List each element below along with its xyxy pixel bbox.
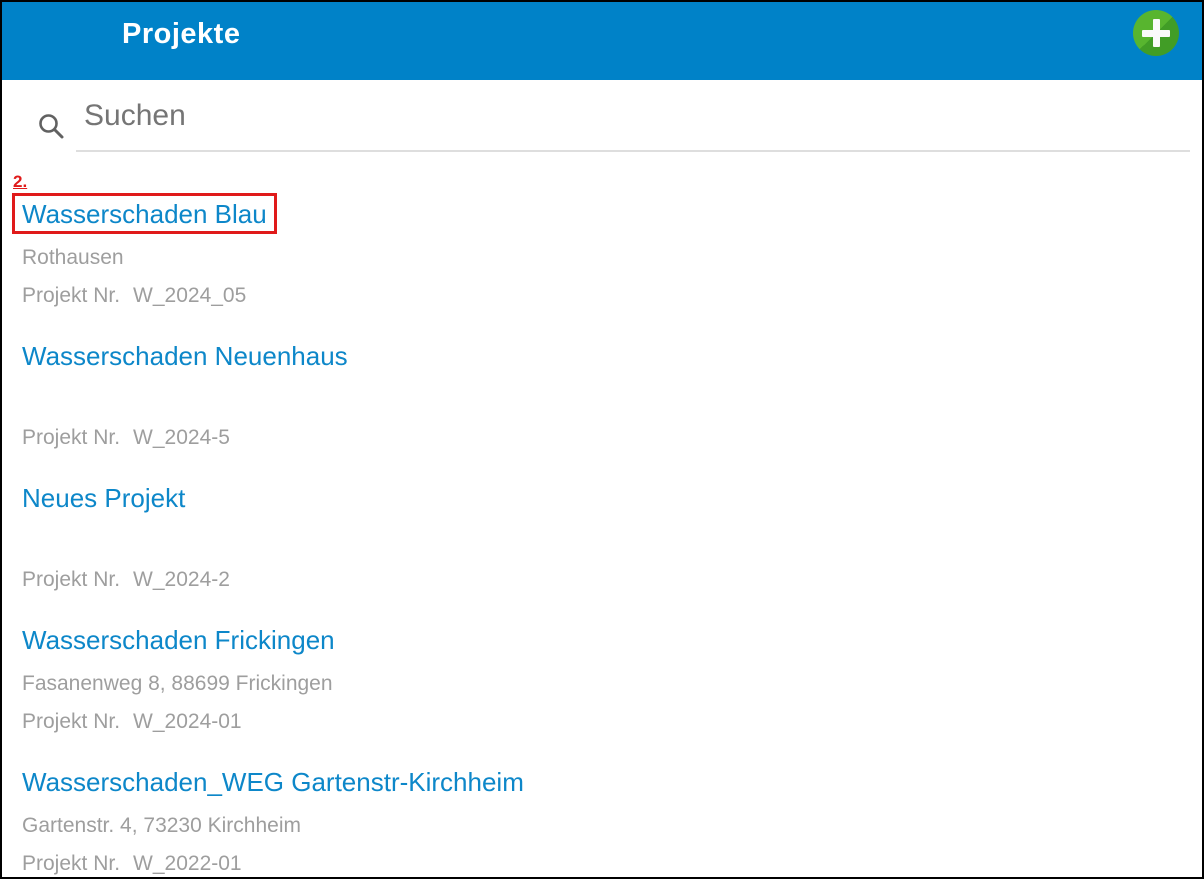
project-number: Projekt Nr. W_2022-01	[22, 851, 1202, 877]
project-title-link[interactable]: Wasserschaden_WEG Gartenstr-Kirchheim	[22, 766, 1202, 798]
add-project-button[interactable]	[1133, 10, 1179, 56]
project-list: Wasserschaden Blau Rothausen Projekt Nr.…	[2, 153, 1202, 879]
project-number-value: W_2024-01	[133, 710, 242, 733]
project-address	[22, 529, 1202, 555]
project-address: Rothausen	[22, 245, 1202, 271]
search-input[interactable]	[76, 88, 1190, 152]
project-number-label: Projekt Nr.	[22, 568, 120, 591]
project-number-label: Projekt Nr.	[22, 710, 120, 733]
project-title-link[interactable]: Neues Projekt	[22, 482, 1202, 514]
project-title-link[interactable]: Wasserschaden Blau	[22, 198, 1202, 230]
project-address	[22, 387, 1202, 413]
hamburger-menu-button[interactable]	[33, 12, 79, 54]
project-number: Projekt Nr. W_2024_05	[22, 283, 1202, 309]
project-number: Projekt Nr. W_2024-2	[22, 567, 1202, 593]
project-list-item[interactable]: Neues Projekt Projekt Nr. W_2024-2	[22, 482, 1202, 624]
project-title-link[interactable]: Wasserschaden Frickingen	[22, 624, 1202, 656]
project-title-link[interactable]: Wasserschaden Neuenhaus	[22, 340, 1202, 372]
project-number-value: W_2022-01	[133, 852, 242, 875]
project-number-label: Projekt Nr.	[22, 284, 120, 307]
project-list-item[interactable]: Wasserschaden_WEG Gartenstr-Kirchheim Ga…	[22, 766, 1202, 879]
project-number: Projekt Nr. W_2024-01	[22, 709, 1202, 735]
project-number: Projekt Nr. W_2024-5	[22, 425, 1202, 451]
project-number-value: W_2024-2	[133, 568, 230, 591]
app-window: Projekte Wasserschaden Blau Rothausen Pr…	[0, 0, 1204, 879]
project-address: Gartenstr. 4, 73230 Kirchheim	[22, 813, 1202, 839]
project-list-item[interactable]: Wasserschaden Frickingen Fasanenweg 8, 8…	[22, 624, 1202, 766]
project-number-label: Projekt Nr.	[22, 852, 120, 875]
search-bar	[2, 80, 1202, 153]
project-list-item[interactable]: Wasserschaden Blau Rothausen Projekt Nr.…	[22, 198, 1202, 340]
project-number-value: W_2024_05	[133, 284, 246, 307]
page-title: Projekte	[122, 12, 240, 56]
project-address: Fasanenweg 8, 88699 Frickingen	[22, 671, 1202, 697]
project-number-label: Projekt Nr.	[22, 426, 120, 449]
search-icon	[37, 112, 65, 140]
app-bar: Projekte	[2, 2, 1202, 80]
project-list-item[interactable]: Wasserschaden Neuenhaus Projekt Nr. W_202…	[22, 340, 1202, 482]
project-number-value: W_2024-5	[133, 426, 230, 449]
